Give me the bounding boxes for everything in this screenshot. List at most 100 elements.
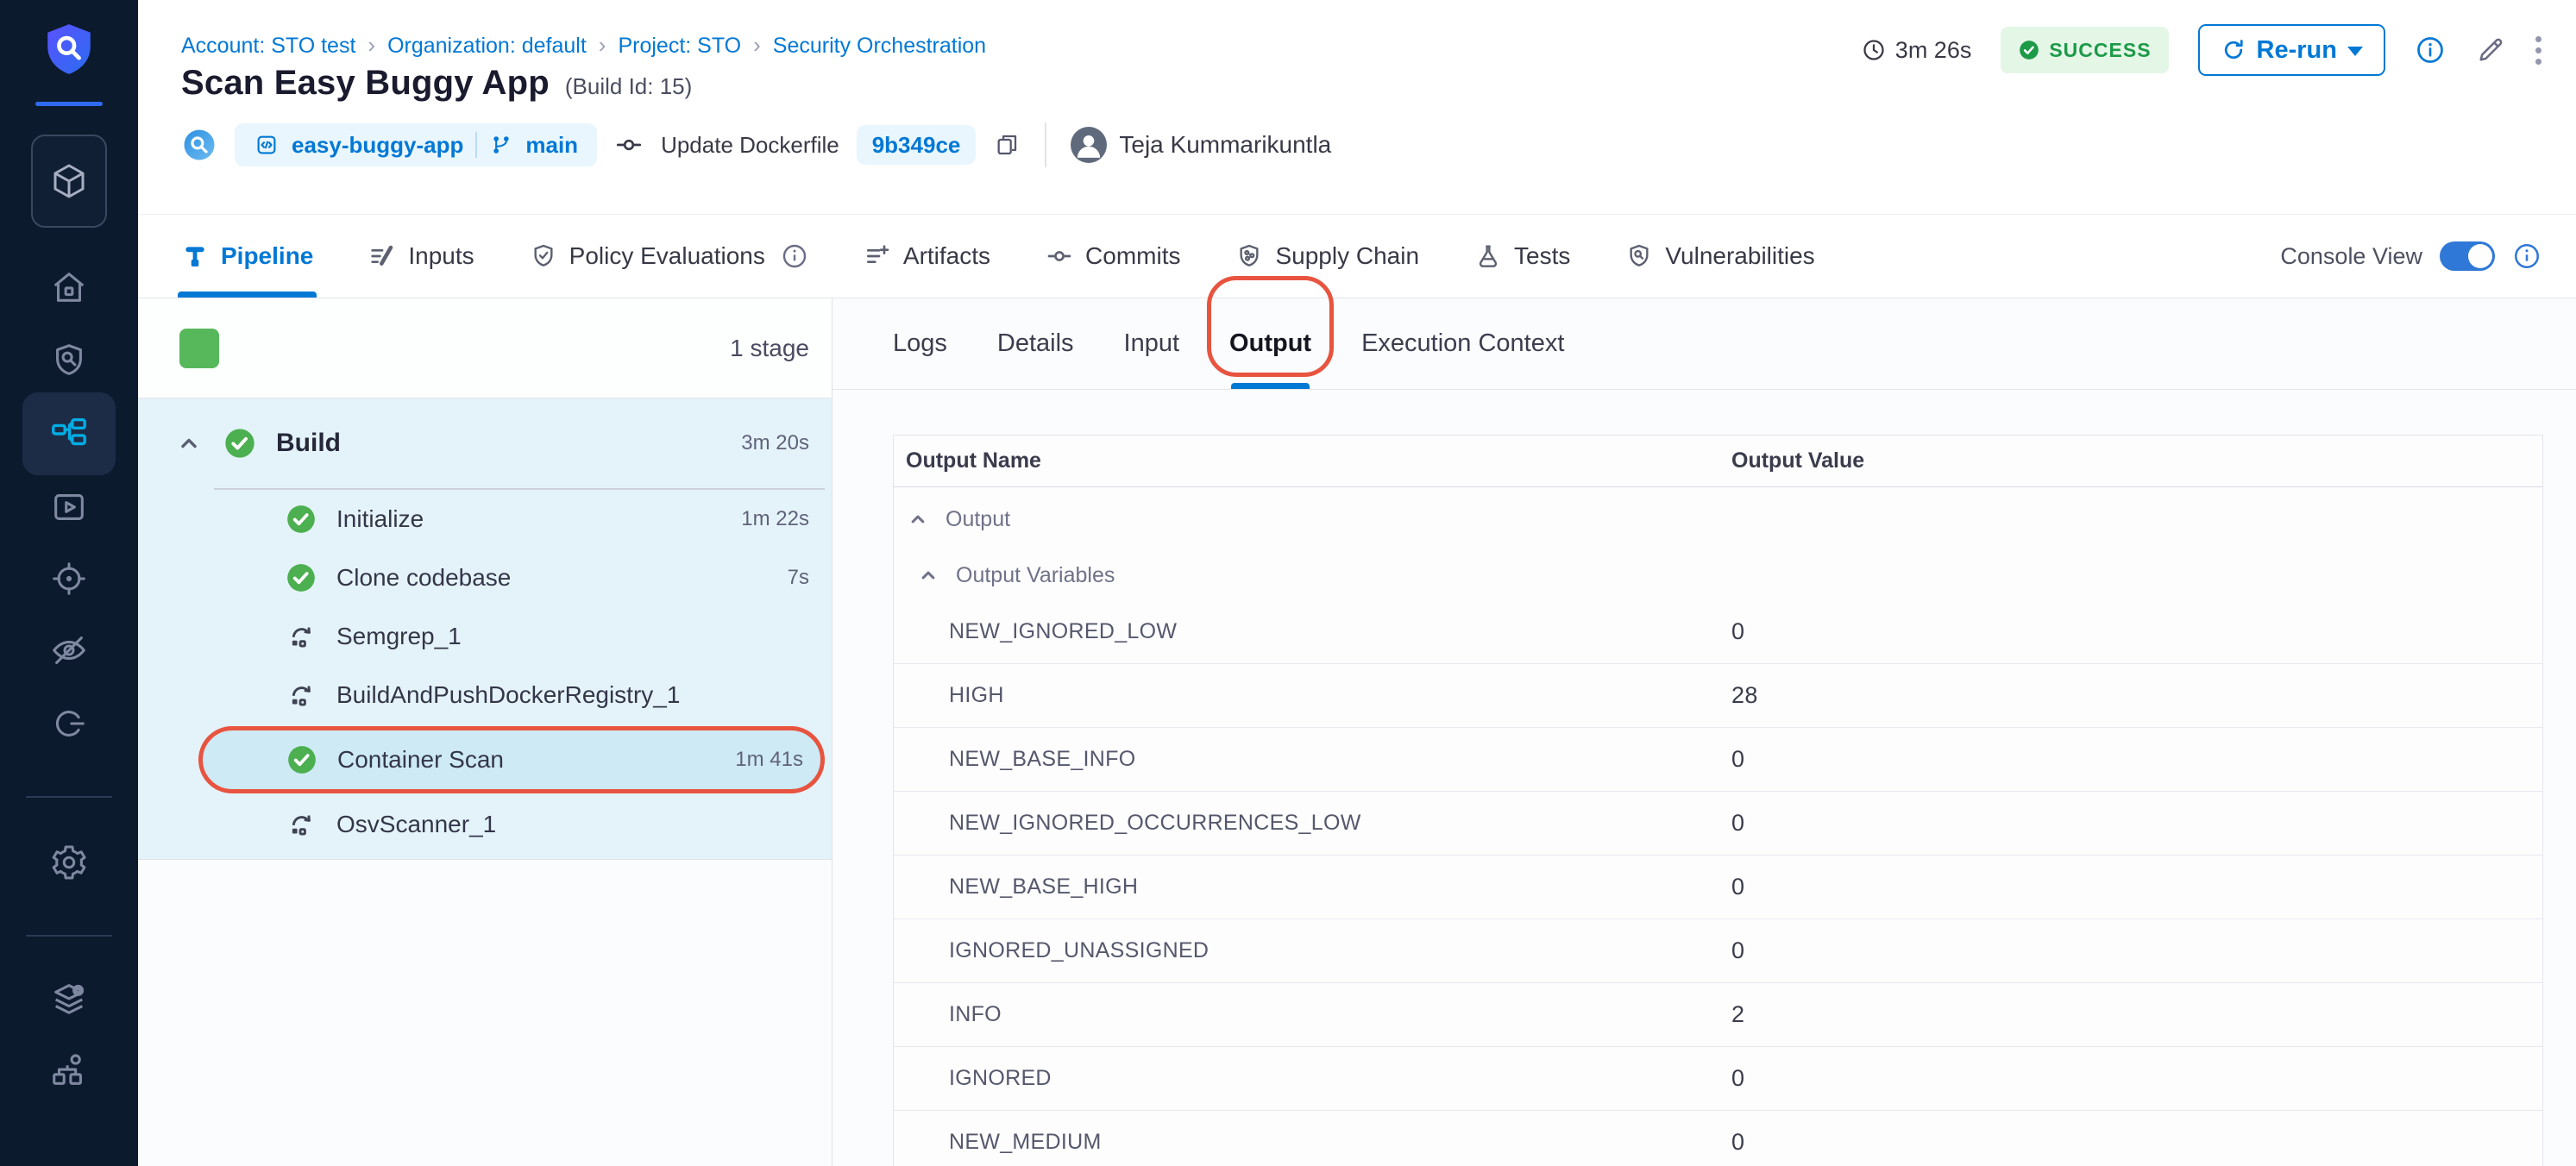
step-row-semgrep[interactable]: Semgrep_1 (138, 607, 832, 666)
output-table-header: Output Name Output Value (894, 436, 2542, 487)
output-group-row[interactable]: Output (894, 487, 2542, 551)
success-icon (285, 503, 317, 536)
stage-panel-header: 1 stage (138, 298, 832, 398)
step-label: OsvScanner_1 (336, 811, 496, 838)
console-view-toggle[interactable] (2440, 241, 2495, 271)
pill-divider (475, 132, 477, 158)
output-value: 0 (1726, 618, 2542, 645)
output-value: 0 (1726, 937, 2542, 964)
info-icon (781, 242, 808, 270)
brand-underline (35, 102, 103, 106)
group-label: Output (946, 507, 1010, 532)
tab-commits[interactable]: Commits (1046, 215, 1180, 298)
rail-divider (26, 796, 112, 798)
execution-meta: easy-buggy-app main Update Dock (181, 123, 2576, 166)
step-group-icon (285, 620, 317, 653)
edit-pencil-icon[interactable] (2475, 34, 2506, 66)
pipeline-icon (181, 242, 209, 270)
breadcrumb-account[interactable]: Account: STO test (181, 34, 355, 59)
chevron-up-icon (916, 563, 940, 587)
target-icon[interactable] (49, 559, 89, 599)
tab-policy-evaluations[interactable]: Policy Evaluations (530, 215, 808, 298)
inputs-icon (368, 242, 396, 270)
tab-tests[interactable]: Tests (1474, 215, 1570, 298)
output-name: HIGH (894, 683, 1726, 708)
commit-icon (614, 130, 644, 160)
branch-name: main (525, 132, 578, 159)
collapse-chevron-icon[interactable] (174, 429, 204, 458)
output-variables-group-row[interactable]: Output Variables (894, 551, 2542, 599)
tab-artifacts[interactable]: Artifacts (864, 215, 990, 298)
info-icon[interactable] (2415, 34, 2446, 66)
get-started-power-icon[interactable] (49, 704, 89, 743)
tab-output[interactable]: Output (1229, 298, 1311, 389)
app-window: Account: STO test› Organization: default… (0, 0, 2576, 1166)
output-row: NEW_BASE_INFO 0 (894, 727, 2542, 791)
caret-down-icon (2347, 47, 2363, 56)
output-row: IGNORED_UNASSIGNED 0 (894, 918, 2542, 982)
tab-pipeline[interactable]: Pipeline (181, 215, 313, 298)
breadcrumb-module[interactable]: Security Orchestration (773, 34, 986, 59)
tab-input[interactable]: Input (1124, 298, 1180, 389)
tab-vulnerabilities[interactable]: Vulnerabilities (1625, 215, 1814, 298)
output-value: 28 (1726, 682, 2542, 709)
col-output-value: Output Value (1726, 448, 2542, 473)
tab-execution-context[interactable]: Execution Context (1361, 298, 1564, 389)
header-actions: 3m 26s SUCCESS Re-run (1861, 24, 2541, 76)
artifacts-icon (864, 242, 891, 270)
sto-logo-icon[interactable] (41, 21, 97, 78)
stage-status-square[interactable] (179, 329, 219, 368)
output-table: Output Name Output Value Output Output V… (893, 435, 2543, 1166)
step-detail-panel: Logs Details Input Output Execution Cont… (832, 298, 2576, 1166)
output-name: INFO (894, 1002, 1726, 1027)
step-row-clone-codebase[interactable]: Clone codebase 7s (138, 549, 832, 607)
execution-duration: 3m 26s (1861, 37, 1972, 64)
tab-supply-chain[interactable]: Supply Chain (1235, 215, 1419, 298)
copy-icon[interactable] (993, 131, 1021, 159)
commit-sha[interactable]: 9b349ce (857, 125, 977, 165)
kebab-menu-icon[interactable] (2535, 36, 2541, 65)
breadcrumb-org[interactable]: Organization: default (387, 34, 587, 59)
build-id: (Build Id: 15) (565, 73, 692, 100)
step-group-icon (285, 808, 317, 841)
step-row-osvscanner[interactable]: OsvScanner_1 (138, 795, 832, 854)
executions-icon[interactable] (49, 487, 89, 527)
trigger-icon (181, 127, 217, 163)
info-icon[interactable] (2512, 241, 2541, 271)
group-label: Output Variables (956, 563, 1115, 588)
policy-shield-icon (530, 242, 557, 270)
success-icon (285, 561, 317, 594)
commits-icon (1046, 242, 1073, 270)
rerun-button[interactable]: Re-run (2198, 24, 2385, 76)
repository-icon (254, 132, 280, 158)
success-icon (286, 743, 318, 776)
step-row-initialize[interactable]: Initialize 1m 22s (138, 490, 832, 549)
output-value: 0 (1726, 746, 2542, 773)
output-value: 0 (1726, 1065, 2542, 1092)
output-name: NEW_BASE_INFO (894, 747, 1726, 772)
commit-message[interactable]: Update Dockerfile (661, 132, 839, 159)
org-settings-hierarchy-icon[interactable] (49, 1050, 89, 1090)
repo-branch-pill[interactable]: easy-buggy-app main (235, 123, 597, 166)
scan-shield-icon[interactable] (49, 341, 89, 380)
output-value: 0 (1726, 810, 2542, 837)
home-icon[interactable] (49, 267, 89, 307)
breadcrumb-project[interactable]: Project: STO (618, 34, 741, 59)
page-header: Account: STO test› Organization: default… (138, 0, 2576, 214)
module-selector-cube-icon[interactable] (31, 135, 107, 228)
settings-gear-icon[interactable] (49, 843, 89, 882)
tab-details[interactable]: Details (997, 298, 1074, 389)
step-row-build-and-push[interactable]: BuildAndPushDockerRegistry_1 (138, 666, 832, 724)
stage-row-build[interactable]: Build 3m 20s (138, 398, 832, 488)
output-name: IGNORED_UNASSIGNED (894, 938, 1726, 963)
exemptions-eye-slash-icon[interactable] (49, 630, 89, 670)
step-row-container-scan-selected[interactable]: Container Scan 1m 41s (198, 726, 825, 793)
default-settings-layers-icon[interactable] (49, 979, 89, 1019)
output-row: NEW_IGNORED_LOW 0 (894, 599, 2542, 663)
supply-chain-shield-icon (1235, 242, 1263, 270)
pipelines-icon[interactable] (49, 414, 89, 454)
success-check-icon (2018, 39, 2040, 61)
tab-logs[interactable]: Logs (893, 298, 947, 389)
output-name: NEW_IGNORED_OCCURRENCES_LOW (894, 811, 1726, 836)
tab-inputs[interactable]: Inputs (368, 215, 474, 298)
